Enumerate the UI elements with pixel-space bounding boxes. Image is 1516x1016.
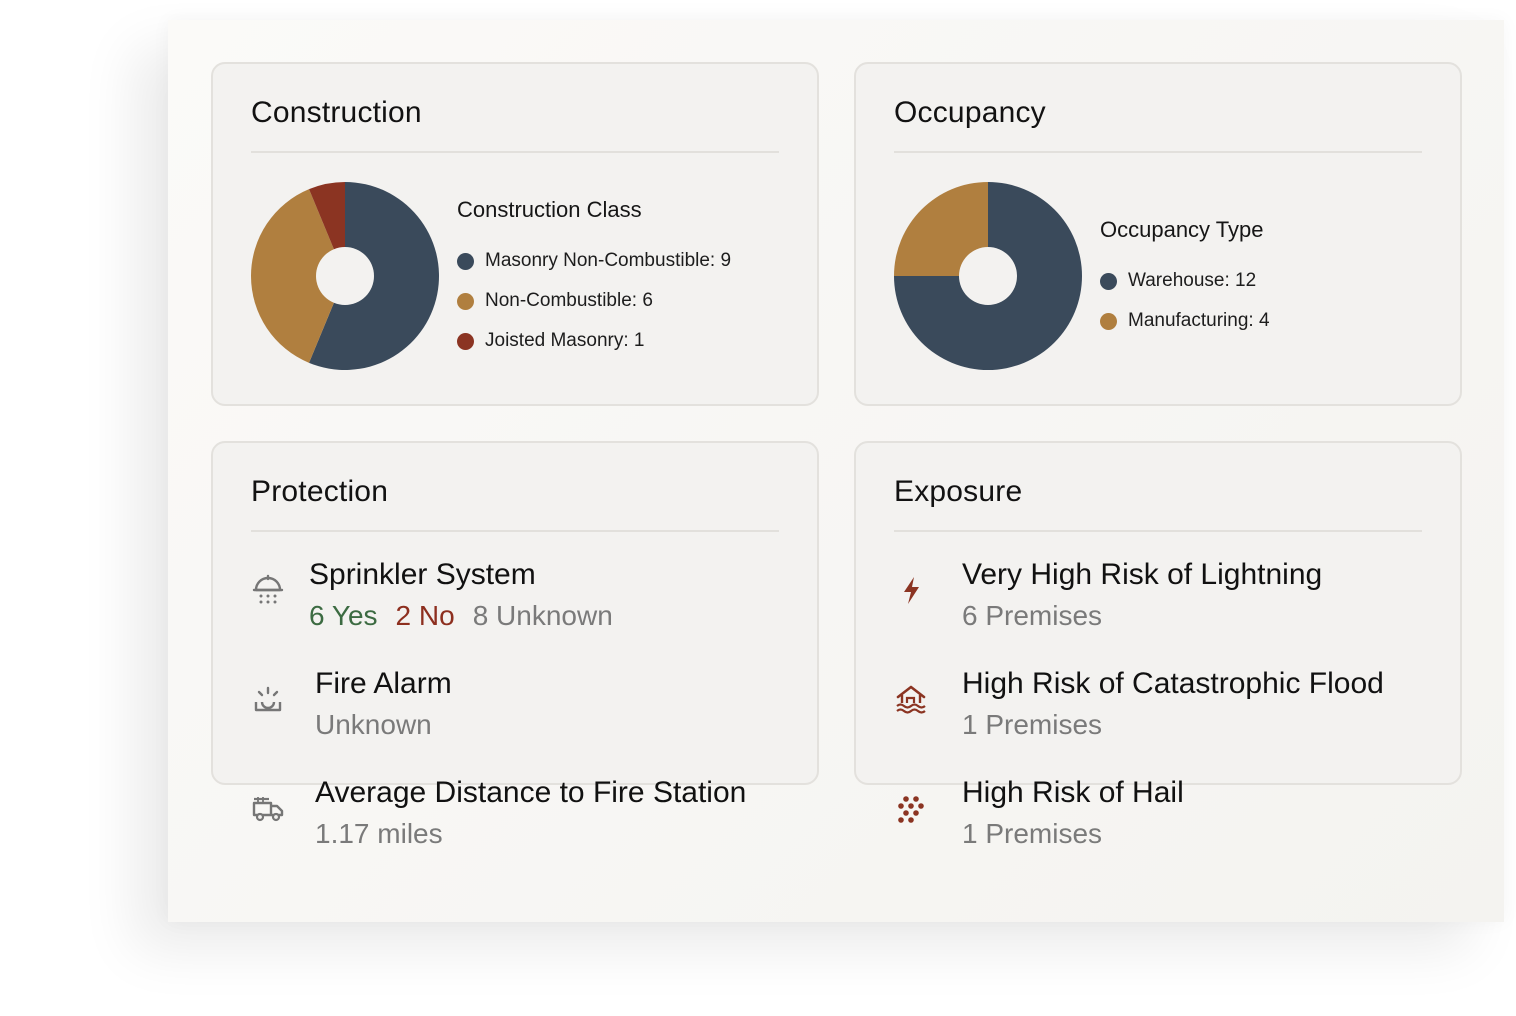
sprinkler-values: 6 Yes 2 No 8 Unknown <box>309 595 613 637</box>
flood-icon <box>896 685 926 714</box>
hail-value: 1 Premises <box>962 818 1103 849</box>
legend-item-manufacturing: Manufacturing: 4 <box>1100 301 1270 341</box>
fire-alarm-value: Unknown <box>315 709 432 740</box>
legend-dot <box>457 292 474 310</box>
legend-dot <box>457 332 474 350</box>
flood-text: High Risk of Catastrophic Flood 1 Premis… <box>962 664 1384 746</box>
lightning-icon <box>904 577 919 604</box>
legend-label: Non-Combustible: 6 <box>485 290 653 311</box>
construction-donut-hole <box>316 247 374 305</box>
occupancy-title: Occupancy <box>894 96 1046 129</box>
construction-title: Construction <box>251 96 422 129</box>
lightning-title: Very High Risk of Lightning <box>962 558 1323 591</box>
legend-label: Joisted Masonry: 1 <box>485 330 645 351</box>
flood-value: 1 Premises <box>962 709 1103 740</box>
fire-alarm-text: Fire Alarm Unknown <box>315 664 452 746</box>
legend-item-warehouse: Warehouse: 12 <box>1100 261 1270 301</box>
alarm-icon <box>254 686 282 712</box>
sprinkler-yes: 6 Yes <box>309 600 378 631</box>
sprinkler-title: Sprinkler System <box>309 558 536 591</box>
sprinkler-text: Sprinkler System 6 Yes 2 No 8 Unknown <box>309 555 613 637</box>
occupancy-legend-title: Occupancy Type <box>1100 217 1264 242</box>
lightning-value: 6 Premises <box>962 600 1103 631</box>
construction-card: Construction Construction Class Masonry … <box>211 62 819 406</box>
legend-dot <box>457 252 474 270</box>
occupancy-legend: Occupancy Type Warehouse: 12 Manufacturi… <box>1100 217 1270 341</box>
hail-title: High Risk of Hail <box>962 776 1184 809</box>
occupancy-card: Occupancy Occupancy Type Warehouse: 12 M… <box>854 62 1462 406</box>
divider <box>894 151 1422 153</box>
legend-dot <box>1100 272 1117 290</box>
legend-label: Warehouse: 12 <box>1128 270 1257 291</box>
distance-value: 1.17 miles <box>315 818 443 849</box>
legend-dot <box>1100 312 1117 330</box>
fire-truck-icon <box>252 797 284 822</box>
hail-text: High Risk of Hail 1 Premises <box>962 773 1184 855</box>
legend-item-joisted-masonry: Joisted Masonry: 1 <box>457 321 731 361</box>
fire-alarm-title: Fire Alarm <box>315 667 452 700</box>
construction-legend-title: Construction Class <box>457 197 642 222</box>
occupancy-donut-hole <box>959 247 1017 305</box>
construction-legend: Construction Class Masonry Non-Combustib… <box>457 197 731 361</box>
protection-title: Protection <box>251 475 389 508</box>
divider <box>251 530 779 532</box>
protection-card: Protection Sprinkler System 6 Yes 2 No 8 U… <box>211 441 819 849</box>
occupancy-pie-chart <box>894 182 1082 370</box>
lightning-text: Very High Risk of Lightning 6 Premises <box>962 555 1322 637</box>
sprinkler-unknown: 8 Unknown <box>472 600 613 631</box>
distance-text: Average Distance to Fire Station 1.17 mi… <box>315 773 746 855</box>
divider <box>251 151 779 153</box>
sprinkler-icon <box>252 574 284 604</box>
construction-pie-chart <box>251 182 439 370</box>
legend-item-non-combustible: Non-Combustible: 6 <box>457 281 731 321</box>
flood-title: High Risk of Catastrophic Flood <box>962 667 1384 700</box>
divider <box>894 530 1422 532</box>
distance-title: Average Distance to Fire Station <box>315 776 747 809</box>
sprinkler-no: 2 No <box>395 600 455 631</box>
legend-item-masonry-non-combustible: Masonry Non-Combustible: 9 <box>457 241 731 281</box>
hail-icon <box>898 796 924 823</box>
exposure-title: Exposure <box>894 475 1023 508</box>
legend-label: Masonry Non-Combustible: 9 <box>485 250 732 271</box>
exposure-card: Exposure Very High Risk of Lightning 6 P… <box>854 441 1462 849</box>
legend-label: Manufacturing: 4 <box>1128 310 1270 331</box>
